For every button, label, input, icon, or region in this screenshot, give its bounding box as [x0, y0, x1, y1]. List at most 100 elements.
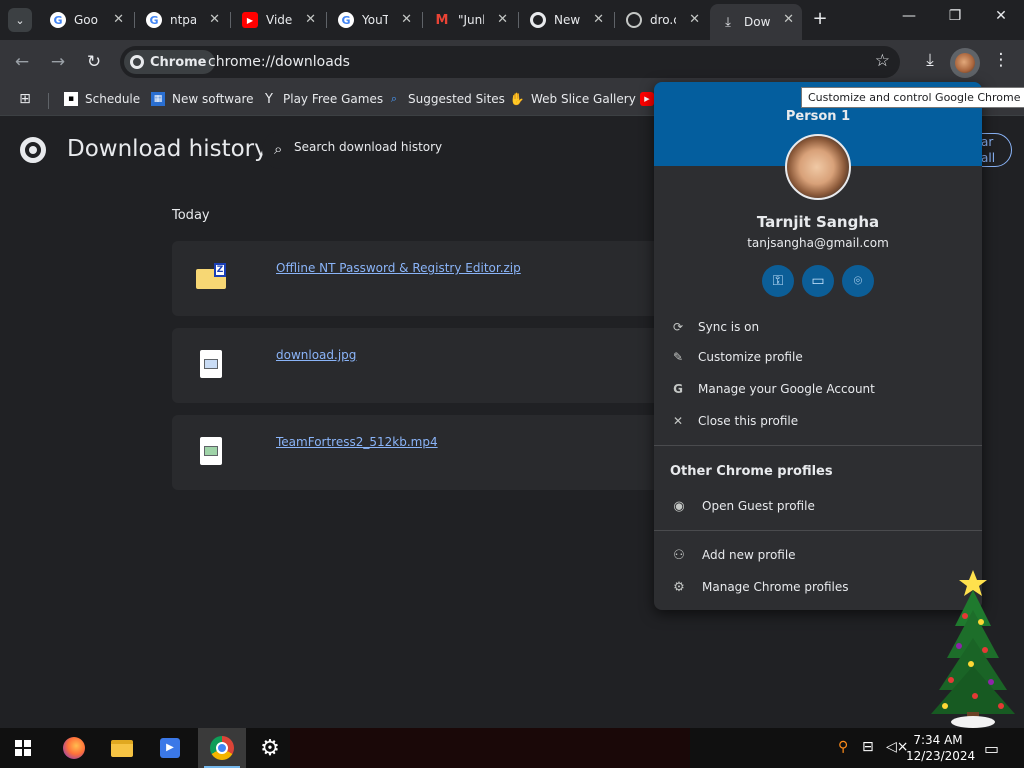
bookmark-label: Web Slice Gallery — [531, 92, 636, 106]
close-icon[interactable]: ✕ — [305, 12, 316, 27]
firefox-icon — [63, 737, 85, 759]
taskbar-media-player[interactable]: ▶ — [146, 728, 194, 768]
avatar — [955, 53, 975, 73]
tab-title: Vide — [266, 13, 292, 27]
bookmark-schedule[interactable]: ▪ Schedule — [64, 92, 140, 106]
software-icon: ▦ — [151, 92, 165, 106]
close-icon[interactable]: ✕ — [689, 12, 700, 27]
notifications-icon[interactable]: ▭ — [984, 739, 999, 758]
tab-separator — [422, 12, 423, 28]
bookmark-play-free-games[interactable]: Y Play Free Games — [262, 91, 384, 107]
bookmark-suggested-sites[interactable]: ⌕ Suggested Sites — [387, 92, 505, 106]
network-icon[interactable]: ⊟ — [862, 739, 874, 755]
games-icon: Y — [265, 91, 273, 107]
download-filename-link[interactable]: download.jpg — [276, 348, 356, 362]
tab-google-3[interactable]: G YouT ✕ — [328, 4, 420, 36]
passwords-button[interactable]: ⚿ — [762, 265, 794, 297]
back-button[interactable]: ← — [10, 50, 34, 74]
downloads-button[interactable]: ⤓ — [918, 50, 942, 70]
bookmark-star-icon[interactable]: ☆ — [875, 51, 890, 71]
restore-button[interactable]: ❐ — [941, 8, 969, 24]
customize-profile-item[interactable]: ✎ Customize profile — [670, 345, 803, 369]
new-tab-button[interactable]: + — [808, 8, 832, 29]
bookmark-new-software[interactable]: ▦ New software — [151, 92, 254, 106]
close-icon[interactable]: ✕ — [497, 12, 508, 27]
apps-button[interactable]: ⊞ — [18, 91, 39, 107]
reload-button[interactable]: ↻ — [82, 50, 106, 74]
tab-gmail[interactable]: M "Junk ✕ — [424, 4, 516, 36]
taskbar-settings[interactable]: ⚙ — [246, 728, 294, 768]
reload-icon: ↻ — [86, 52, 102, 72]
taskbar-chrome[interactable] — [198, 728, 246, 768]
tab-title: New — [554, 13, 580, 27]
close-icon[interactable]: ✕ — [401, 12, 412, 27]
chip-label: Chrome — [150, 54, 207, 70]
url-text[interactable]: chrome://downloads — [208, 54, 350, 70]
manage-google-account-item[interactable]: G Manage your Google Account — [670, 377, 875, 401]
taskbar-firefox[interactable] — [50, 728, 98, 768]
tab-title: ntpa — [170, 13, 196, 27]
google-icon: G — [673, 382, 683, 396]
tab-downloads[interactable]: ⤓ Dow ✕ — [710, 4, 802, 40]
search-tray-icon[interactable]: ⚲ — [838, 739, 848, 755]
suggested-sites-icon: ⌕ — [390, 92, 398, 105]
search-download-history[interactable]: ⌕ — [262, 131, 682, 169]
close-icon[interactable]: ✕ — [593, 12, 604, 27]
download-filename-link[interactable]: TeamFortress2_512kb.mp4 — [276, 435, 438, 449]
toolbar: ← → ↻ Chrome chrome://downloads ☆ ⤓ ⋮ — [0, 40, 1024, 84]
guest-profile-icon: ◉ — [673, 498, 685, 514]
address-bar[interactable]: Chrome chrome://downloads ☆ — [120, 46, 900, 78]
chrome-logo-icon — [20, 137, 46, 163]
more-vert-icon: ⋮ — [992, 50, 1010, 70]
chrome-icon — [130, 55, 144, 69]
taskbar: ▶ ⚙ ⚲ ⊟ ◁× 7:34 AM 12/23/2024 ▭ — [0, 728, 1024, 768]
start-button[interactable] — [15, 740, 31, 756]
close-window-button[interactable]: ✕ — [987, 8, 1015, 24]
add-new-profile-item[interactable]: ⚇ Add new profile — [670, 543, 796, 567]
addresses-button[interactable]: ⌾ — [842, 265, 874, 297]
payment-card-icon: ▭ — [811, 273, 825, 289]
forward-button[interactable]: → — [46, 50, 70, 74]
bookmark-web-slice-gallery[interactable]: ✋ Web Slice Gallery — [510, 92, 636, 106]
tab-strip: ⌄ G Goo ✕ G ntpa ✕ ▶ Vide ✕ G YouT ✕ M "… — [0, 0, 1024, 40]
menu-item-label: Customize profile — [698, 350, 803, 364]
payment-methods-button[interactable]: ▭ — [802, 265, 834, 297]
tooltip: Customize and control Google Chrome — [801, 87, 1024, 108]
tab-google-1[interactable]: G Goo ✕ — [40, 4, 132, 36]
menu-item-label: Open Guest profile — [702, 499, 815, 513]
tab-new-tab[interactable]: New ✕ — [520, 4, 612, 36]
tab-google-2[interactable]: G ntpa ✕ — [136, 4, 228, 36]
plus-icon: + — [812, 8, 828, 29]
system-clock[interactable]: 7:34 AM 12/23/2024 — [906, 732, 975, 764]
close-icon[interactable]: ✕ — [209, 12, 220, 27]
tab-title: YouT — [362, 13, 388, 27]
close-profile-item[interactable]: ✕ Close this profile — [670, 409, 798, 433]
open-guest-profile-item[interactable]: ◉ Open Guest profile — [670, 494, 815, 518]
menu-divider — [654, 530, 982, 531]
minimize-button[interactable]: — — [895, 8, 923, 24]
page-title: Download history — [67, 136, 268, 162]
web-slice-icon: ✋ — [509, 92, 525, 106]
menu-item-label: Add new profile — [702, 548, 796, 562]
search-input[interactable] — [294, 140, 654, 154]
bookmark-label: Play Free Games — [283, 92, 384, 106]
close-icon[interactable]: ✕ — [783, 12, 794, 27]
menu-button[interactable]: ⋮ — [989, 50, 1013, 70]
taskbar-file-explorer[interactable] — [98, 728, 146, 768]
search-icon: ⌕ — [274, 140, 283, 158]
tab-search-button[interactable]: ⌄ — [8, 8, 32, 32]
site-info-chip[interactable]: Chrome — [124, 50, 215, 74]
close-icon[interactable]: ✕ — [113, 12, 124, 27]
profile-button[interactable] — [950, 48, 980, 78]
download-filename-link[interactable]: Offline NT Password & Registry Editor.zi… — [276, 261, 521, 275]
video-file-icon — [196, 437, 228, 469]
clock-time: 7:34 AM — [913, 733, 963, 747]
sync-status-item[interactable]: ⟳ Sync is on — [670, 315, 759, 339]
download-icon: ⤓ — [926, 50, 934, 70]
tab-separator — [518, 12, 519, 28]
tab-dro[interactable]: dro.c ✕ — [616, 4, 708, 36]
profile-header-label: Person 1 — [785, 109, 851, 124]
tab-youtube[interactable]: ▶ Vide ✕ — [232, 4, 324, 36]
manage-chrome-profiles-item[interactable]: ⚙ Manage Chrome profiles — [670, 575, 848, 599]
arrow-left-icon: ← — [14, 52, 30, 72]
